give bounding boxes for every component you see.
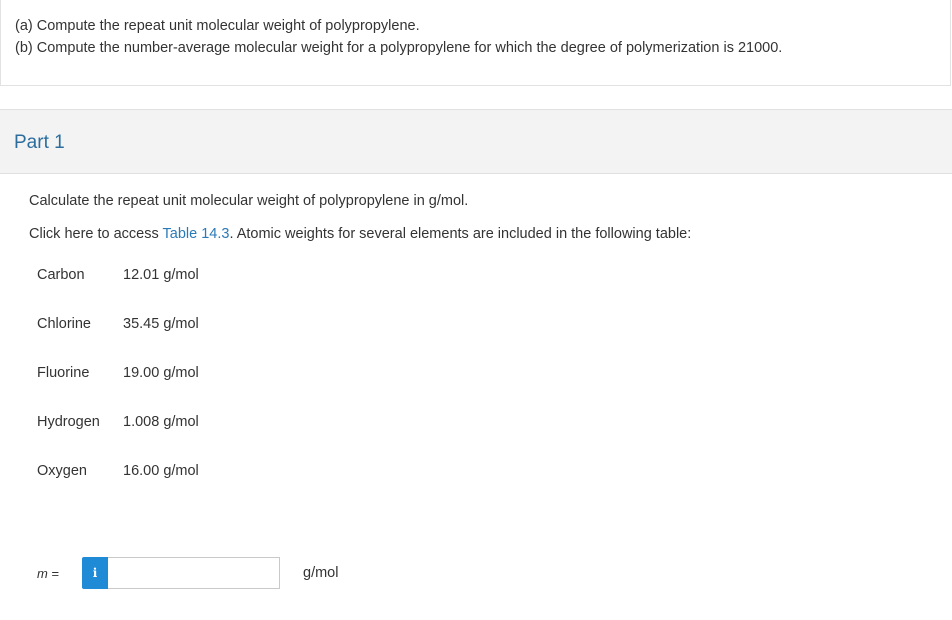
element-name: Carbon <box>37 267 85 283</box>
page: (a) Compute the repeat unit molecular we… <box>0 0 952 620</box>
table-14-3-link[interactable]: Table 14.3 <box>163 226 230 242</box>
problem-part-a: (a) Compute the repeat unit molecular we… <box>15 18 420 34</box>
part-title: Part 1 <box>14 132 65 153</box>
question-text: Calculate the repeat unit molecular weig… <box>29 193 469 209</box>
answer-variable: m <box>37 566 48 581</box>
problem-part-b-text: Compute the number-average molecular wei… <box>32 40 783 56</box>
element-name: Hydrogen <box>37 414 100 430</box>
element-name: Chlorine <box>37 316 91 332</box>
table-access-line: Click here to access Table 14.3. Atomic … <box>29 226 691 242</box>
problem-part-b-prefix: (b) <box>15 40 33 56</box>
access-suffix: . Atomic weights for several elements ar… <box>229 226 692 242</box>
problem-statement: (a) Compute the repeat unit molecular we… <box>0 0 951 86</box>
element-weight: 16.00 g/mol <box>123 463 199 479</box>
answer-unit: g/mol <box>303 565 339 581</box>
element-weight: 1.008 g/mol <box>123 414 199 430</box>
info-icon[interactable]: i <box>82 557 108 589</box>
part-header: Part 1 <box>0 109 952 174</box>
problem-part-b: (b) Compute the number-average molecular… <box>15 40 782 56</box>
element-name: Oxygen <box>37 463 87 479</box>
answer-label: m = <box>37 566 59 581</box>
answer-equals: = <box>47 566 60 581</box>
access-prefix: Click here to access <box>29 226 163 242</box>
answer-input[interactable] <box>108 557 280 589</box>
problem-part-a-prefix: (a) <box>15 18 33 34</box>
element-name: Fluorine <box>37 365 90 381</box>
element-weight: 19.00 g/mol <box>123 365 199 381</box>
element-weight: 35.45 g/mol <box>123 316 199 332</box>
element-weight: 12.01 g/mol <box>123 267 199 283</box>
problem-part-a-text: Compute the repeat unit molecular weight… <box>32 18 420 34</box>
